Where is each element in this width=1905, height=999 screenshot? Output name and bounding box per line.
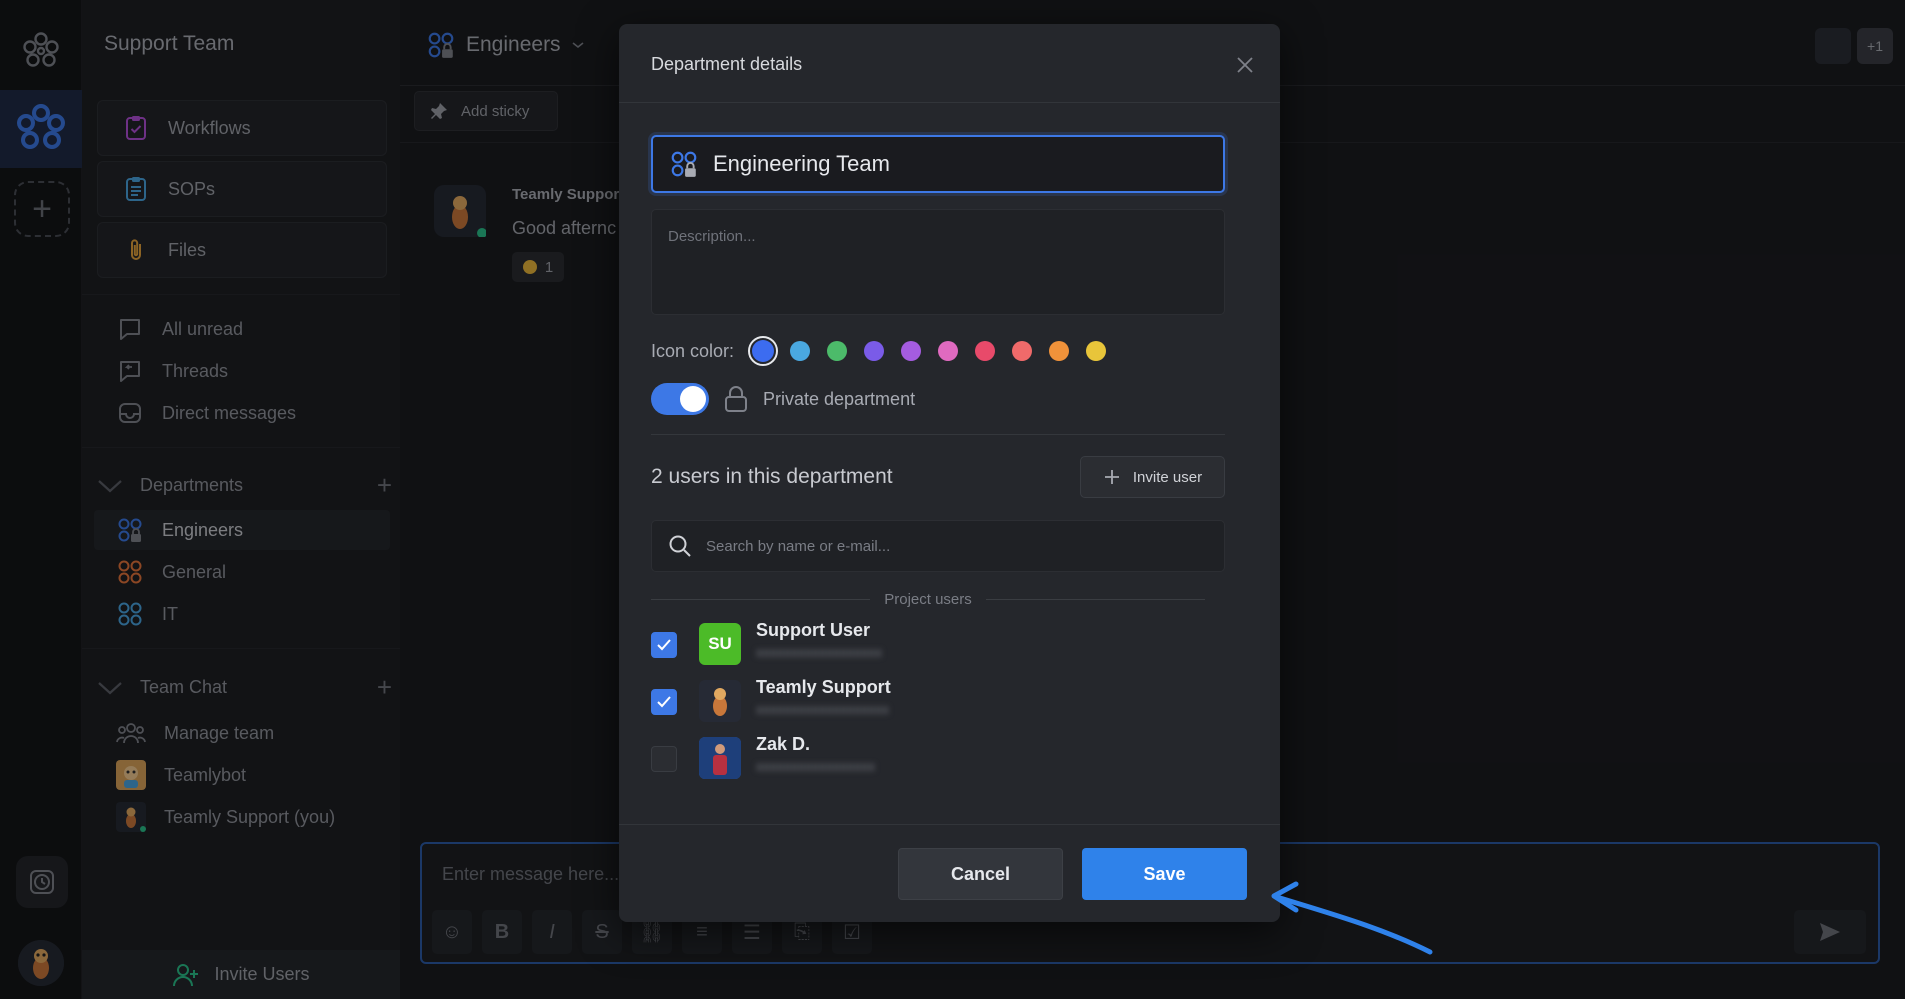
description-field[interactable] [651, 209, 1225, 315]
user-row-zak-d[interactable]: Zak D. xxxxxxxxxxxxxxxxx [651, 734, 1211, 780]
department-private-icon [671, 151, 697, 177]
user-checkbox[interactable] [651, 632, 677, 658]
users-count: 2 users in this department [651, 465, 893, 488]
color-swatch-selected[interactable] [748, 336, 779, 366]
cancel-button[interactable]: Cancel [898, 848, 1063, 900]
user-email-redacted: xxxxxxxxxxxxxxxxxxx [756, 701, 889, 717]
color-swatch[interactable] [1086, 341, 1107, 361]
invite-user-label: Invite user [1132, 468, 1203, 486]
check-icon [657, 696, 671, 708]
description-input[interactable] [668, 228, 1208, 296]
user-checkbox[interactable] [651, 689, 677, 715]
user-avatar [699, 680, 741, 722]
project-users-label: Project users [884, 591, 972, 608]
user-row-teamly-support[interactable]: Teamly Support xxxxxxxxxxxxxxxxxxx [651, 677, 1211, 723]
modal-header-divider [619, 102, 1280, 103]
project-users-header: Project users [651, 591, 1206, 608]
annotation-arrow-icon [1271, 881, 1433, 955]
user-email-redacted: xxxxxxxxxxxxxxxxx [756, 758, 875, 774]
invite-user-button[interactable]: Invite user [1080, 456, 1225, 498]
person-photo-icon [699, 737, 741, 779]
header-line [651, 599, 871, 600]
department-name-field[interactable] [651, 135, 1225, 193]
department-details-modal: Department details Icon color: [619, 24, 1280, 922]
section-divider [651, 434, 1225, 435]
color-swatch[interactable] [864, 341, 885, 361]
department-name-input[interactable] [713, 151, 1193, 177]
user-avatar: SU [699, 623, 741, 665]
color-swatch[interactable] [901, 341, 922, 361]
icon-color-picker: Icon color: [651, 336, 1123, 366]
search-icon [669, 535, 691, 557]
user-search-input[interactable] [706, 537, 1206, 555]
user-row-support-user[interactable]: SU Support User xxxxxxxxxxxxxxxxxx [651, 620, 1211, 666]
modal-title: Department details [651, 54, 803, 74]
user-name: Zak D. [756, 734, 811, 754]
private-toggle[interactable] [651, 383, 709, 415]
save-button[interactable]: Save [1082, 848, 1247, 900]
user-name: Teamly Support [756, 677, 891, 697]
check-icon [657, 639, 671, 651]
user-email-redacted: xxxxxxxxxxxxxxxxxx [756, 644, 882, 660]
color-swatch[interactable] [1012, 341, 1033, 361]
color-swatch[interactable] [1049, 341, 1070, 361]
user-name: Support User [756, 620, 871, 640]
plus-icon [1104, 470, 1119, 484]
lock-icon [725, 386, 747, 412]
icon-color-label: Icon color: [651, 340, 735, 361]
private-department-row: Private department [651, 383, 915, 415]
user-checkbox[interactable] [651, 746, 677, 772]
private-label: Private department [763, 388, 916, 409]
color-swatch[interactable] [975, 341, 996, 361]
modal-footer-divider [619, 824, 1280, 825]
color-swatch[interactable] [827, 341, 848, 361]
close-button[interactable] [1232, 52, 1258, 78]
color-swatch[interactable] [790, 341, 811, 361]
header-line [985, 599, 1206, 600]
mascot-avatar-icon [713, 688, 727, 716]
user-avatar [699, 737, 741, 779]
color-swatch[interactable] [938, 341, 959, 361]
user-search[interactable] [651, 520, 1225, 572]
close-icon [1237, 57, 1253, 73]
